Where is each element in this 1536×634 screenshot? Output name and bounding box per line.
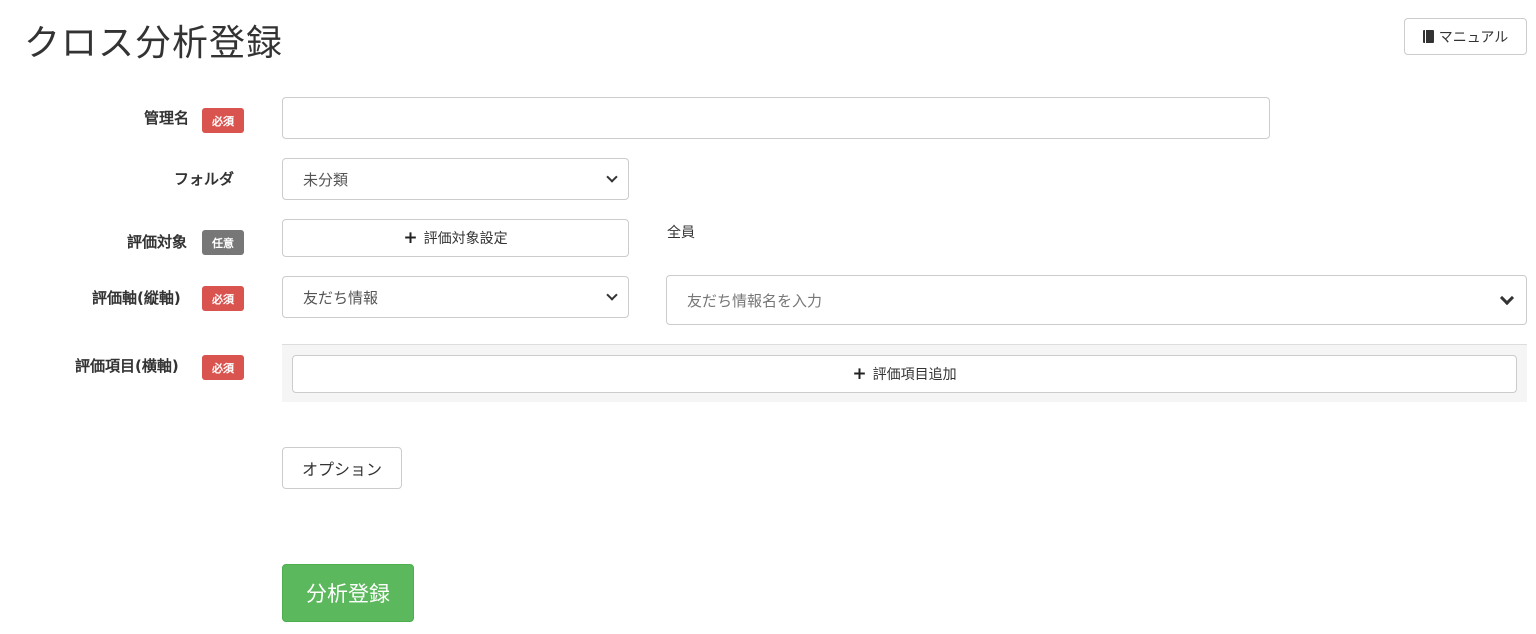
management-name-label: 管理名 bbox=[144, 109, 190, 127]
options-button[interactable]: オプション bbox=[282, 447, 402, 489]
target-settings-button[interactable]: + 評価対象設定 bbox=[282, 219, 629, 257]
management-name-input[interactable] bbox=[282, 97, 1270, 139]
vertical-axis-type-value: 友だち情報 bbox=[303, 288, 379, 307]
plus-icon: + bbox=[403, 227, 418, 248]
target-label: 評価対象 bbox=[127, 233, 188, 251]
target-value-text: 全員 bbox=[667, 225, 695, 241]
required-badge: 必須 bbox=[202, 355, 244, 380]
chevron-down-icon bbox=[606, 171, 618, 183]
add-evaluation-item-button-label: 評価項目追加 bbox=[872, 367, 957, 383]
add-evaluation-item-button[interactable]: + 評価項目追加 bbox=[292, 355, 1517, 393]
folder-select[interactable]: 未分類 bbox=[282, 158, 629, 200]
required-badge: 必須 bbox=[202, 286, 244, 311]
book-icon bbox=[1422, 30, 1434, 43]
horizontal-items-label: 評価項目(横軸) bbox=[75, 357, 179, 375]
optional-badge: 任意 bbox=[202, 230, 244, 255]
chevron-down-icon bbox=[1499, 290, 1515, 306]
folder-select-value: 未分類 bbox=[303, 170, 349, 189]
folder-label: フォルダ bbox=[174, 170, 235, 188]
page-title: クロス分析登録 bbox=[24, 23, 284, 64]
vertical-axis-name-placeholder: 友だち情報名を入力 bbox=[687, 291, 823, 310]
vertical-axis-name-combobox[interactable]: 友だち情報名を入力 bbox=[666, 275, 1527, 325]
submit-analysis-button[interactable]: 分析登録 bbox=[282, 564, 414, 622]
chevron-down-icon bbox=[606, 289, 618, 301]
manual-button[interactable]: マニュアル bbox=[1404, 18, 1527, 55]
required-badge: 必須 bbox=[202, 108, 244, 133]
target-settings-button-label: 評価対象設定 bbox=[423, 231, 508, 247]
plus-icon: + bbox=[852, 363, 867, 384]
vertical-axis-type-select[interactable]: 友だち情報 bbox=[282, 276, 629, 318]
manual-button-label: マニュアル bbox=[1438, 29, 1509, 46]
vertical-axis-label: 評価軸(縦軸) bbox=[92, 289, 181, 307]
